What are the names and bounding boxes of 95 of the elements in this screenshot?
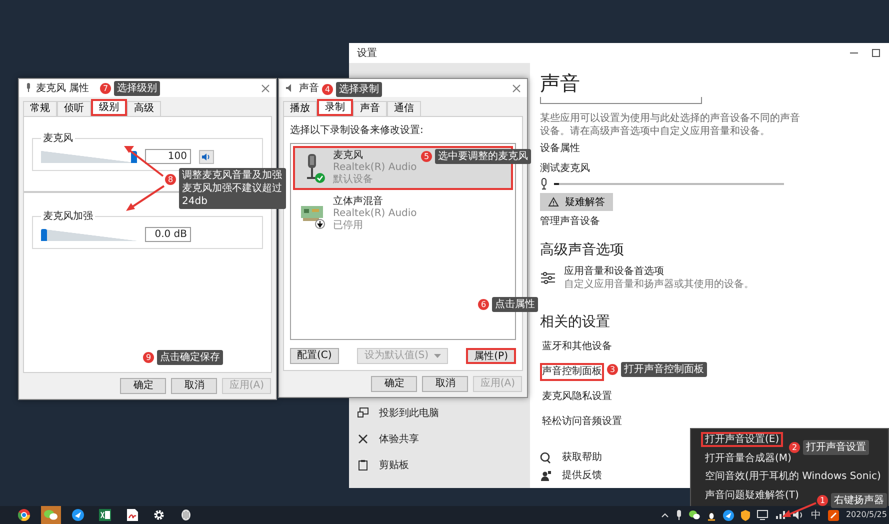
clock-date[interactable]: 2020/5/25 bbox=[846, 510, 887, 520]
microphone-icon bbox=[540, 178, 548, 190]
warning-icon bbox=[548, 197, 559, 207]
menu-item[interactable]: 声音问题疑难解答(T) bbox=[701, 488, 803, 503]
callout-label: 点击属性 bbox=[492, 297, 538, 312]
device-status: 默认设备 bbox=[333, 174, 373, 186]
input-method-indicator[interactable]: 中 bbox=[810, 508, 821, 522]
slider-thumb[interactable] bbox=[41, 228, 47, 240]
callout-label: 点击确定保存 bbox=[157, 350, 223, 365]
callout-label: 选择级别 bbox=[114, 81, 160, 96]
value-field[interactable]: 0.0 dB bbox=[145, 227, 191, 242]
speaker-icon[interactable] bbox=[792, 510, 804, 520]
device-name: 麦克风 bbox=[333, 150, 363, 162]
settings-icon bbox=[153, 509, 165, 521]
section-heading: 高级声音选项 bbox=[540, 241, 624, 259]
tab[interactable]: 录制 bbox=[317, 99, 353, 116]
menu-item[interactable]: 打开音量合成器(M) bbox=[701, 450, 796, 466]
close-icon[interactable] bbox=[512, 84, 521, 92]
window-title: 设置 bbox=[357, 46, 377, 60]
microphone-icon bbox=[25, 83, 32, 93]
dialog-button[interactable]: 取消 bbox=[171, 378, 218, 394]
spreadsheet-icon bbox=[99, 509, 111, 521]
monitor-icon[interactable] bbox=[756, 510, 768, 520]
dialog-button[interactable]: 取消 bbox=[422, 376, 468, 392]
device-name: 立体声混音 bbox=[333, 196, 383, 208]
tab[interactable]: 高级 bbox=[127, 101, 161, 116]
manage-devices-link[interactable]: 管理声音设备 bbox=[540, 215, 600, 229]
value-field[interactable]: 100 bbox=[145, 149, 191, 164]
caret-icon bbox=[434, 354, 441, 358]
browser-icon bbox=[18, 509, 30, 521]
penguin-icon[interactable] bbox=[706, 510, 716, 520]
menu-item[interactable]: 空间音效(用于耳机的 Windows Sonic) bbox=[701, 469, 885, 484]
chat-icon bbox=[44, 509, 58, 521]
arrow bbox=[124, 146, 164, 177]
window-title: 声音 bbox=[299, 82, 319, 95]
callout-label: 调整麦克风音量及加强麦克风加强不建议超过24db bbox=[179, 168, 286, 209]
close-icon[interactable] bbox=[261, 84, 270, 92]
level-slider[interactable] bbox=[41, 150, 137, 162]
settings-link[interactable]: 蓝牙和其他设备 bbox=[540, 338, 614, 356]
sidebar-item[interactable]: 体验共享 bbox=[349, 426, 530, 452]
troubleshoot-button[interactable]: 疑难解答 bbox=[540, 193, 613, 211]
shield-icon[interactable] bbox=[740, 510, 750, 520]
device-properties-link[interactable]: 设备属性 bbox=[540, 142, 580, 156]
document-icon bbox=[126, 509, 138, 521]
section-heading: 相关的设置 bbox=[540, 313, 610, 331]
speaker-icon bbox=[202, 152, 211, 160]
dialog-button[interactable]: 确定 bbox=[371, 376, 418, 392]
tab[interactable]: 级别 bbox=[91, 99, 127, 116]
help-link[interactable]: 获取帮助 bbox=[562, 451, 602, 465]
maximize-icon[interactable] bbox=[871, 48, 881, 58]
group-label: 麦克风加强 bbox=[42, 210, 94, 223]
device-status: 已停用 bbox=[333, 220, 363, 232]
callout-label: 选中要调整的麦克风 bbox=[435, 149, 531, 164]
callout-label: 打开声音设置 bbox=[803, 440, 869, 455]
dialog-button[interactable]: 属性(P) bbox=[466, 348, 516, 364]
dialog-button[interactable]: 确定 bbox=[120, 378, 166, 394]
callout-label: 打开声音控制面板 bbox=[621, 362, 707, 377]
page-heading: 声音 bbox=[540, 71, 580, 95]
tab[interactable]: 侦听 bbox=[57, 101, 91, 116]
microphone-icon[interactable] bbox=[676, 510, 682, 520]
dialog-button[interactable]: 配置(C) bbox=[290, 348, 339, 364]
settings-link[interactable]: 轻松访问音频设置 bbox=[540, 413, 624, 431]
app-volume-subtitle: 自定义应用音量和扬声器或其使用的设备。 bbox=[564, 278, 754, 291]
sidebar-item[interactable]: 投影到此电脑 bbox=[349, 400, 530, 426]
group-label: 麦克风 bbox=[42, 132, 74, 145]
callout-label: 右键扬声器 bbox=[831, 493, 887, 508]
device-driver: Realtek(R) Audio bbox=[333, 162, 417, 174]
bird-icon bbox=[72, 509, 84, 521]
test-mic-label: 测试麦克风 bbox=[540, 162, 590, 176]
help-link[interactable]: 提供反馈 bbox=[562, 469, 602, 483]
network-icon[interactable] bbox=[774, 510, 786, 520]
device-dropdown[interactable] bbox=[540, 97, 702, 104]
chevron-up-icon[interactable] bbox=[660, 512, 669, 518]
tab[interactable]: 声音 bbox=[353, 101, 387, 116]
tab[interactable]: 播放 bbox=[283, 101, 317, 116]
chat-icon[interactable] bbox=[688, 510, 700, 520]
settings-link[interactable]: 麦克风隐私设置 bbox=[540, 388, 614, 406]
speaker-button[interactable] bbox=[199, 150, 214, 164]
sliders-icon bbox=[540, 271, 556, 285]
settings-link[interactable]: 声音控制面板 bbox=[540, 363, 604, 381]
app-volume-link[interactable]: 应用音量和设备首选项 bbox=[564, 265, 664, 278]
callout-label: 选择录制 bbox=[336, 82, 382, 97]
instruction-text: 选择以下录制设备来修改设置: bbox=[290, 124, 424, 137]
app-icon[interactable] bbox=[828, 510, 839, 520]
device-row[interactable]: 立体声混音 Realtek(R) Audio 已停用 bbox=[293, 192, 513, 236]
description-text: 某些应用可以设置为使用与此处选择的声音设备不同的声音设备。请在高级声音选项中自定义应用音量和设备。 bbox=[540, 112, 801, 138]
device-driver: Realtek(R) Audio bbox=[333, 208, 417, 220]
tab[interactable]: 通信 bbox=[387, 101, 421, 116]
tab[interactable]: 常规 bbox=[23, 101, 57, 116]
sidebar-item[interactable]: 剪贴板 bbox=[349, 452, 530, 478]
menu-item[interactable]: 打开声音设置(E) bbox=[701, 432, 784, 448]
bird-icon[interactable] bbox=[722, 510, 734, 520]
shell-icon bbox=[181, 509, 191, 521]
arrow bbox=[126, 185, 165, 211]
window-title: 麦克风 属性 bbox=[36, 82, 90, 95]
